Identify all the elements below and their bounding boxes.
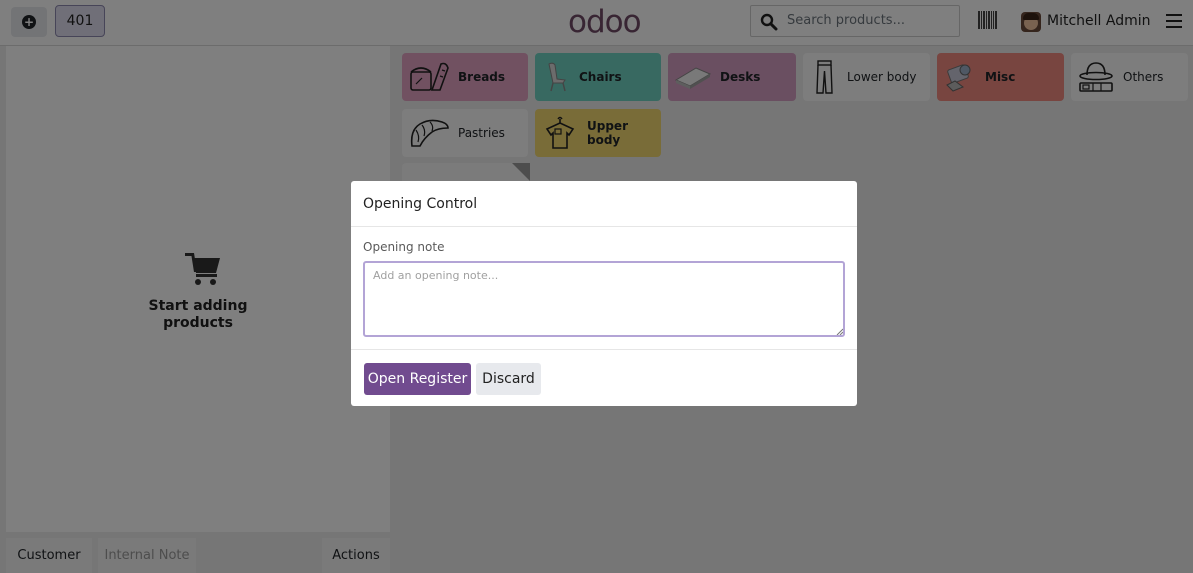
open-register-button[interactable]: Open Register (364, 363, 471, 395)
discard-button[interactable]: Discard (476, 363, 541, 395)
modal-footer: Open Register Discard (351, 349, 857, 407)
opening-note-textarea[interactable] (363, 261, 845, 337)
opening-control-dialog: Opening Control Opening note Open Regist… (351, 181, 857, 406)
resize-handle-icon[interactable] (836, 328, 843, 335)
opening-note-label: Opening note (363, 240, 445, 254)
modal-title: Opening Control (363, 196, 478, 212)
modal-header: Opening Control (351, 181, 857, 227)
